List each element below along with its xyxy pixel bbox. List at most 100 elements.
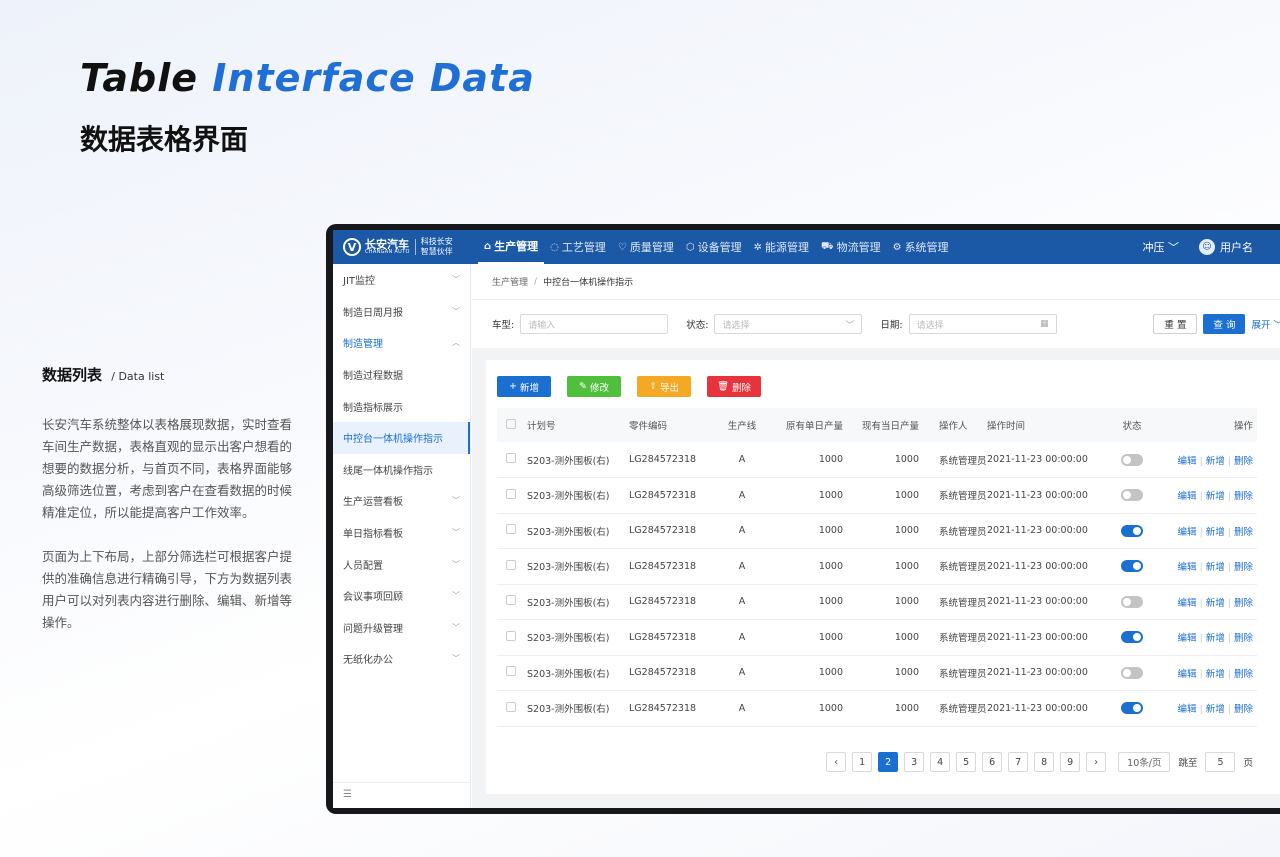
row-add-link[interactable]: 新增 [1206, 669, 1225, 680]
car-model-input[interactable]: 请输入 [520, 314, 669, 334]
sidebar-item-2[interactable]: 制造管理 ︿ [333, 327, 470, 359]
nav-icon: ♡ [617, 241, 627, 253]
cell-plan: S203-测外围板(右) [527, 655, 629, 691]
cell-line: A [717, 442, 767, 478]
row-add-link[interactable]: 新增 [1206, 633, 1225, 644]
reset-button[interactable]: 重 置 [1153, 314, 1198, 334]
page-button-7[interactable]: 7 [1008, 752, 1029, 772]
nav-item-0[interactable]: ⌂ 生产管理 [478, 230, 545, 264]
table-row: S203-测外围板(右) LG284572318 A 1000 1000 系统管理员 202… [497, 477, 1257, 514]
page-button-8[interactable]: 8 [1034, 752, 1055, 772]
select-all-checkbox[interactable] [497, 408, 527, 442]
cell-time: 2021-11-23 00:00:00 [987, 477, 1107, 514]
status-toggle[interactable] [1121, 595, 1143, 608]
row-add-link[interactable]: 新增 [1206, 704, 1225, 715]
nav-item-2[interactable]: ♡ 质量管理 [612, 230, 680, 264]
page-button-3[interactable]: 3 [904, 752, 925, 772]
username[interactable]: 用户名 [1220, 239, 1253, 255]
row-add-link[interactable]: 新增 [1206, 527, 1225, 538]
row-edit-link[interactable]: 编辑 [1178, 598, 1197, 609]
nav-item-4[interactable]: ✲ 能源管理 [748, 230, 815, 264]
row-delete-link[interactable]: 删除 [1234, 704, 1253, 715]
date-picker[interactable]: 请选择 ▦ [908, 314, 1057, 334]
nav-item-3[interactable]: ⬡ 设备管理 [680, 230, 748, 264]
nav-item-6[interactable]: ⚙ 系统管理 [887, 230, 955, 264]
row-edit-link[interactable]: 编辑 [1178, 562, 1197, 573]
sidebar-item-6[interactable]: 线尾一体机操作指示 [333, 454, 470, 486]
sidebar-item-12[interactable]: 无纸化办公 ﹀ [333, 643, 470, 675]
row-delete-link[interactable]: 删除 [1234, 598, 1253, 609]
row-edit-link[interactable]: 编辑 [1178, 633, 1197, 644]
row-edit-link[interactable]: 编辑 [1178, 527, 1197, 538]
status-toggle[interactable] [1121, 666, 1143, 679]
row-checkbox[interactable] [497, 584, 527, 620]
state-select[interactable]: 请选择 ﹀ [714, 314, 863, 334]
table-row: S203-测外围板(右) LG284572318 A 1000 1000 系统管理员 202… [497, 619, 1257, 656]
modify-button[interactable]: ✎ 修改 [567, 376, 621, 397]
row-checkbox[interactable] [497, 690, 527, 727]
page-button-5[interactable]: 5 [956, 752, 977, 772]
sidebar-item-8[interactable]: 单日指标看板 ﹀ [333, 517, 470, 549]
row-edit-link[interactable]: 编辑 [1178, 669, 1197, 680]
status-toggle[interactable] [1121, 524, 1143, 537]
prev-page-button[interactable]: ‹ [826, 752, 847, 772]
row-delete-link[interactable]: 删除 [1234, 491, 1253, 502]
page-size-select[interactable]: 10条/页 [1118, 752, 1171, 772]
jump-input[interactable]: 5 [1205, 752, 1236, 772]
sidebar-item-10[interactable]: 会议事项回顾 ﹀ [333, 580, 470, 612]
avatar-icon[interactable]: ☺ [1199, 239, 1215, 255]
page-button-2[interactable]: 2 [878, 752, 899, 772]
row-edit-link[interactable]: 编辑 [1178, 704, 1197, 715]
sidebar-item-4[interactable]: 制造指标展示 [333, 390, 470, 422]
row-add-link[interactable]: 新增 [1206, 491, 1225, 502]
row-edit-link[interactable]: 编辑 [1178, 491, 1197, 502]
query-button[interactable]: 查 询 [1203, 314, 1246, 334]
chevron-icon: ﹀ [452, 528, 460, 538]
sidebar-item-9[interactable]: 人员配置 ﹀ [333, 548, 470, 580]
sidebar-item-1[interactable]: 制造日周月报 ﹀ [333, 296, 470, 328]
brand-logo[interactable]: V 长安汽车 CHANGAN AUTO 科技长安 智慧伙伴 [333, 237, 478, 257]
row-add-link[interactable]: 新增 [1206, 456, 1225, 467]
collapse-menu-icon[interactable]: ☰ [333, 782, 470, 808]
status-toggle[interactable] [1121, 560, 1143, 573]
breadcrumb-parent[interactable]: 生产管理 [492, 275, 528, 288]
page-button-6[interactable]: 6 [982, 752, 1003, 772]
nav-item-1[interactable]: ◌ 工艺管理 [544, 230, 612, 264]
row-add-link[interactable]: 新增 [1206, 562, 1225, 573]
add-button[interactable]: + 新增 [497, 376, 551, 397]
nav-icon: ✲ [753, 241, 762, 253]
org-selector[interactable]: 冲压 ﹀ [1143, 239, 1180, 255]
row-delete-link[interactable]: 删除 [1234, 633, 1253, 644]
table-row: S203-测外围板(右) LG284572318 A 1000 1000 系统管理员 202… [497, 548, 1257, 585]
page-button-4[interactable]: 4 [930, 752, 951, 772]
export-button[interactable]: ⇪ 导出 [637, 376, 691, 397]
row-edit-link[interactable]: 编辑 [1178, 456, 1197, 467]
page-button-1[interactable]: 1 [852, 752, 873, 772]
sidebar-item-0[interactable]: JIT监控 ﹀ [333, 264, 470, 296]
sidebar-item-7[interactable]: 生产运营看板 ﹀ [333, 485, 470, 517]
delete-button[interactable]: 🗑 删除 [707, 376, 761, 397]
row-add-link[interactable]: 新增 [1206, 598, 1225, 609]
sidebar-item-11[interactable]: 问题升级管理 ﹀ [333, 612, 470, 644]
row-checkbox[interactable] [497, 548, 527, 585]
row-checkbox[interactable] [497, 513, 527, 549]
row-checkbox[interactable] [497, 655, 527, 691]
expand-filters-button[interactable]: 展开 ﹀ [1251, 314, 1280, 334]
status-toggle[interactable] [1121, 489, 1143, 502]
status-toggle[interactable] [1121, 453, 1143, 466]
sidebar-item-5[interactable]: 中控台一体机操作指示 [333, 421, 470, 454]
next-page-button[interactable]: › [1086, 752, 1107, 772]
status-toggle[interactable] [1121, 702, 1143, 715]
row-checkbox[interactable] [497, 442, 527, 478]
row-checkbox[interactable] [497, 619, 527, 656]
checkbox-box [506, 524, 516, 535]
page-button-9[interactable]: 9 [1060, 752, 1081, 772]
row-delete-link[interactable]: 删除 [1234, 562, 1253, 573]
row-checkbox[interactable] [497, 477, 527, 514]
status-toggle[interactable] [1121, 631, 1143, 644]
nav-item-5[interactable]: ⛟ 物流管理 [815, 230, 887, 264]
row-delete-link[interactable]: 删除 [1234, 456, 1253, 467]
row-delete-link[interactable]: 删除 [1234, 527, 1253, 538]
row-delete-link[interactable]: 删除 [1234, 669, 1253, 680]
sidebar-item-3[interactable]: 制造过程数据 [333, 359, 470, 391]
